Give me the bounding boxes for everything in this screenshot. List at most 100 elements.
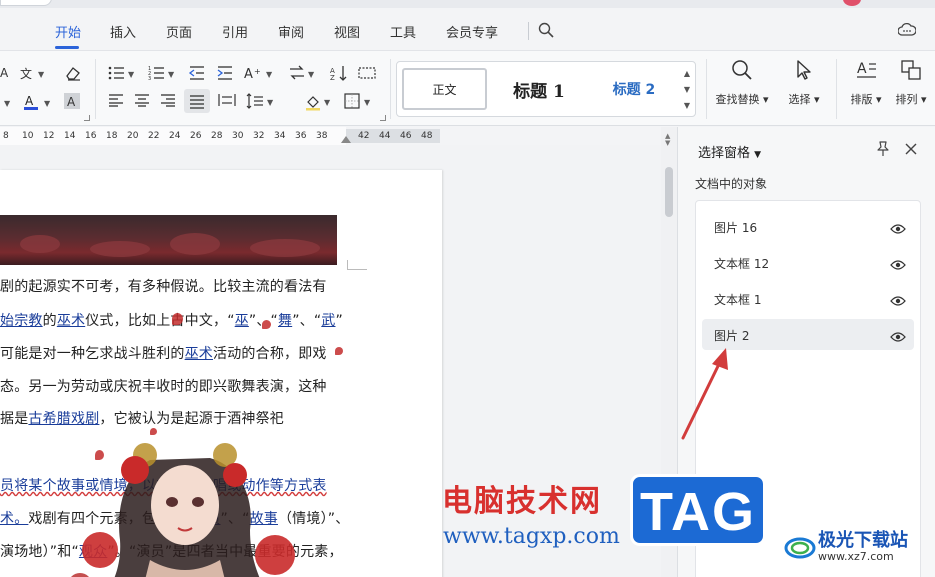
numbered-list-icon[interactable]: 123 xyxy=(148,65,166,81)
menu-tab-member[interactable]: 会员专享 xyxy=(446,22,498,41)
tag-logo-text: TAG xyxy=(640,482,756,542)
hyperlink[interactable]: 巫术 xyxy=(57,313,85,329)
ruler-label: 10 xyxy=(22,131,34,141)
object-row[interactable]: 文本框 1 xyxy=(702,283,914,314)
align-right-icon[interactable] xyxy=(160,93,178,109)
shading-fill-icon[interactable] xyxy=(304,93,322,111)
search-icon[interactable] xyxy=(538,22,554,42)
doc-line: 据是古希腊戏剧，它被认为是起源于酒神祭祀 xyxy=(0,408,284,428)
ruler-label: 30 xyxy=(232,131,244,141)
window-top-strip xyxy=(0,0,935,8)
font-dialog-launcher[interactable] xyxy=(84,115,90,121)
hyperlink[interactable]: 古希腊戏剧 xyxy=(28,411,99,427)
chevron-down-icon[interactable]: ▼ xyxy=(681,82,693,98)
styles-scroll[interactable]: ▲ ▼ ▼ xyxy=(681,66,693,114)
document-page[interactable]: 剧的起源实不可考，有多种假说。比较主流的看法有 始宗教的巫术仪式，比如上古中文，… xyxy=(0,170,442,577)
show-marks-icon[interactable] xyxy=(358,65,376,81)
chevron-down-icon[interactable]: ▼ xyxy=(44,99,50,108)
decrease-indent-icon[interactable] xyxy=(188,65,206,81)
horizontal-ruler[interactable]: 8 10 12 14 16 18 20 22 24 26 28 30 32 34… xyxy=(0,127,660,145)
menu-tab-page[interactable]: 页面 xyxy=(166,22,192,41)
eye-icon[interactable] xyxy=(890,328,906,347)
font-color-icon[interactable]: A xyxy=(22,93,40,110)
sort-icon[interactable]: AZ xyxy=(330,65,348,81)
bullet-list-icon[interactable] xyxy=(108,65,126,81)
hyperlink[interactable]: 始宗教 xyxy=(0,313,43,329)
hyperlink[interactable]: 巫术 xyxy=(185,346,213,362)
cloud-chat-icon[interactable] xyxy=(897,22,917,41)
text-run: 剧的起源实不可考，有多种假说。比较主流的看法有 xyxy=(0,279,327,295)
increase-indent-icon[interactable] xyxy=(216,65,234,81)
avatar[interactable] xyxy=(843,0,861,6)
petal-decoration xyxy=(262,320,271,329)
ruler-label: 18 xyxy=(106,131,118,141)
chevron-down-icon[interactable]: ▼ xyxy=(308,70,314,79)
hyperlink[interactable]: 术。 xyxy=(0,511,28,527)
distributed-align-icon[interactable] xyxy=(218,93,236,109)
text-run: 可能是对一种乞求战斗胜利的 xyxy=(0,346,185,362)
chevron-up-icon[interactable]: ▲ xyxy=(681,66,693,82)
font-shrink-icon[interactable]: A xyxy=(0,65,18,81)
chevron-down-icon[interactable]: ▼ xyxy=(128,70,134,79)
chevron-down-icon[interactable]: ▼ xyxy=(38,70,44,79)
chevron-down-icon[interactable]: ▼ xyxy=(168,70,174,79)
eye-icon[interactable] xyxy=(890,292,906,311)
style-heading-1[interactable]: 标题 1 xyxy=(489,68,589,110)
justify-icon[interactable] xyxy=(184,89,210,113)
scroll-up-icon[interactable]: ▲ ▼ xyxy=(665,133,670,147)
find-replace-button[interactable]: 查找替换 ▾ xyxy=(714,59,770,107)
chevron-down-icon[interactable]: ▼ xyxy=(4,99,10,108)
text-direction-icon[interactable] xyxy=(288,65,306,81)
expand-gallery-icon[interactable]: ▼ xyxy=(681,98,693,114)
svg-text:A: A xyxy=(25,94,34,108)
arrange-button[interactable]: 排列 ▾ xyxy=(883,59,935,107)
hyperlink[interactable]: 巫 xyxy=(235,313,249,329)
align-left-icon[interactable] xyxy=(108,93,126,109)
right-indent-marker[interactable] xyxy=(341,136,351,143)
hyperlink[interactable]: 武 xyxy=(321,313,335,329)
change-case-icon[interactable]: A + xyxy=(244,65,262,81)
eye-icon[interactable] xyxy=(890,256,906,275)
doc-line: 可能是对一种乞求战斗胜利的巫术活动的合称，即戏 xyxy=(0,343,327,363)
menu-tab-view[interactable]: 视图 xyxy=(334,22,360,41)
menu-tab-start[interactable]: 开始 xyxy=(55,22,81,41)
menu-tab-reference[interactable]: 引用 xyxy=(222,22,248,41)
document-tab-stub[interactable] xyxy=(0,0,52,6)
girl-illustration-image[interactable] xyxy=(60,430,310,577)
menu-tab-insert[interactable]: 插入 xyxy=(110,22,136,41)
svg-text:文: 文 xyxy=(20,66,32,81)
object-row[interactable]: 文本框 12 xyxy=(702,247,914,278)
style-heading-2[interactable]: 标题 2 xyxy=(589,68,679,110)
line-spacing-icon[interactable] xyxy=(246,93,264,109)
doc-line: 剧的起源实不可考，有多种假说。比较主流的看法有 xyxy=(0,276,327,296)
ruler-label: 42 xyxy=(358,131,370,141)
petal-decoration xyxy=(172,313,183,325)
hyperlink[interactable]: 舞 xyxy=(278,313,292,329)
pin-icon[interactable] xyxy=(876,141,890,161)
chevron-down-icon[interactable]: ▼ xyxy=(267,98,273,107)
svg-text:A: A xyxy=(857,61,867,77)
pane-title-dropdown[interactable]: 选择窗格 ▼ xyxy=(698,142,761,161)
ruler-label: 38 xyxy=(316,131,328,141)
char-shading-icon[interactable]: A xyxy=(64,93,82,109)
menu-tab-review[interactable]: 审阅 xyxy=(278,22,304,41)
style-normal[interactable]: 正文 xyxy=(402,68,487,110)
tag-logo: TAG xyxy=(630,474,766,546)
eye-icon[interactable] xyxy=(890,220,906,239)
chevron-down-icon[interactable]: ▼ xyxy=(324,98,330,107)
clear-format-icon[interactable] xyxy=(64,65,82,81)
chevron-down-icon[interactable]: ▼ xyxy=(266,70,272,79)
image-banner[interactable] xyxy=(0,215,337,265)
select-button[interactable]: 选择 ▾ xyxy=(776,59,832,107)
paragraph-dialog-launcher[interactable] xyxy=(380,115,386,121)
borders-icon[interactable] xyxy=(344,93,362,109)
close-icon[interactable] xyxy=(904,141,918,160)
phonetic-guide-icon[interactable]: 文 xyxy=(20,65,38,81)
scrollbar-thumb[interactable] xyxy=(665,167,673,217)
object-row[interactable]: 图片 16 xyxy=(702,211,914,242)
menu-tab-tools[interactable]: 工具 xyxy=(390,22,416,41)
ribbon-divider xyxy=(95,59,96,119)
align-center-icon[interactable] xyxy=(134,93,152,109)
chevron-down-icon[interactable]: ▼ xyxy=(364,98,370,107)
ruler-label: 32 xyxy=(253,131,265,141)
